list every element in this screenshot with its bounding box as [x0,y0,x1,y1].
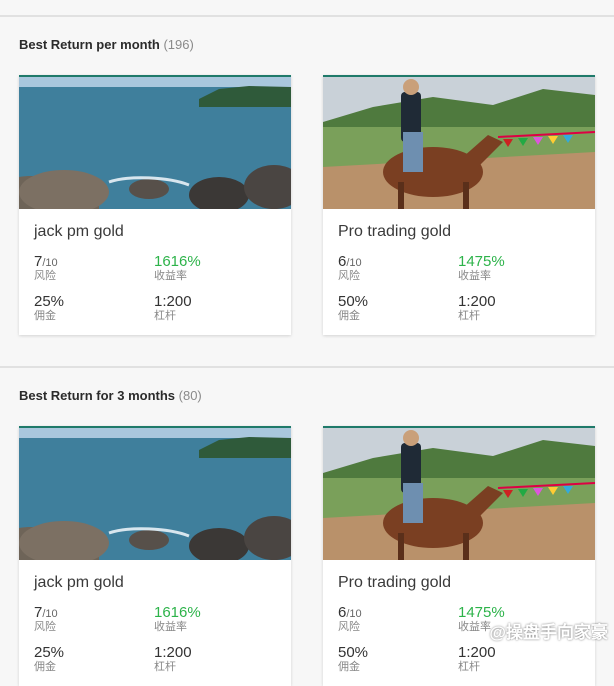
return-value: 1475% [458,253,505,270]
section-title-text: Best Return for 3 months [19,388,176,403]
risk-value: 6/10 [338,604,362,621]
risk-value: 7/10 [34,253,58,270]
section-divider [0,15,614,17]
trader-cover-image [323,77,595,209]
section-title: Best Return per month (196) [19,37,194,52]
trader-name: Pro trading gold [338,574,451,591]
leverage-value: 1:200 [154,644,192,661]
trader-name: jack pm gold [34,223,124,240]
section-title: Best Return for 3 months (80) [19,388,202,403]
commission-label: 佣金 [34,310,56,322]
leverage-value: 1:200 [458,293,496,310]
commission-value: 25% [34,644,65,661]
commission-value: 50% [338,293,369,310]
leverage-label: 杠杆 [154,661,176,673]
section-count: (80) [178,388,202,403]
trader-name: jack pm gold [34,574,124,591]
trader-card[interactable]: Pro trading gold 6/10 风险 1475% 收益率 50% 佣… [323,426,595,686]
section-title-text: Best Return per month [19,37,160,52]
commission-value: 50% [338,644,369,661]
risk-value: 6/10 [338,253,362,270]
trader-card[interactable]: jack pm gold 7/10 风险 1616% 收益率 25% 佣金 1:… [19,75,291,335]
return-label: 收益率 [154,621,187,633]
trader-card[interactable]: jack pm gold 7/10 风险 1616% 收益率 25% 佣金 1:… [19,426,291,686]
risk-label: 风险 [34,621,56,633]
trader-cover-image [19,428,291,560]
leverage-label: 杠杆 [154,310,176,322]
risk-label: 风险 [338,270,360,282]
section-divider [0,366,614,368]
trader-cover-image [19,77,291,209]
leverage-value: 1:200 [154,293,192,310]
risk-value: 7/10 [34,604,58,621]
return-label: 收益率 [458,270,491,282]
leverage-value: 1:200 [458,644,496,661]
watermark: @操盘手向家豪 [489,623,608,642]
commission-label: 佣金 [34,661,56,673]
return-value: 1616% [154,253,201,270]
risk-label: 风险 [34,270,56,282]
return-value: 1616% [154,604,201,621]
trader-cover-image [323,428,595,560]
leverage-label: 杠杆 [458,310,480,322]
commission-label: 佣金 [338,310,360,322]
commission-label: 佣金 [338,661,360,673]
trader-card[interactable]: Pro trading gold 6/10 风险 1475% 收益率 50% 佣… [323,75,595,335]
return-label: 收益率 [154,270,187,282]
leverage-label: 杠杆 [458,661,480,673]
commission-value: 25% [34,293,65,310]
trader-name: Pro trading gold [338,223,451,240]
section-count: (196) [163,37,194,52]
risk-label: 风险 [338,621,360,633]
